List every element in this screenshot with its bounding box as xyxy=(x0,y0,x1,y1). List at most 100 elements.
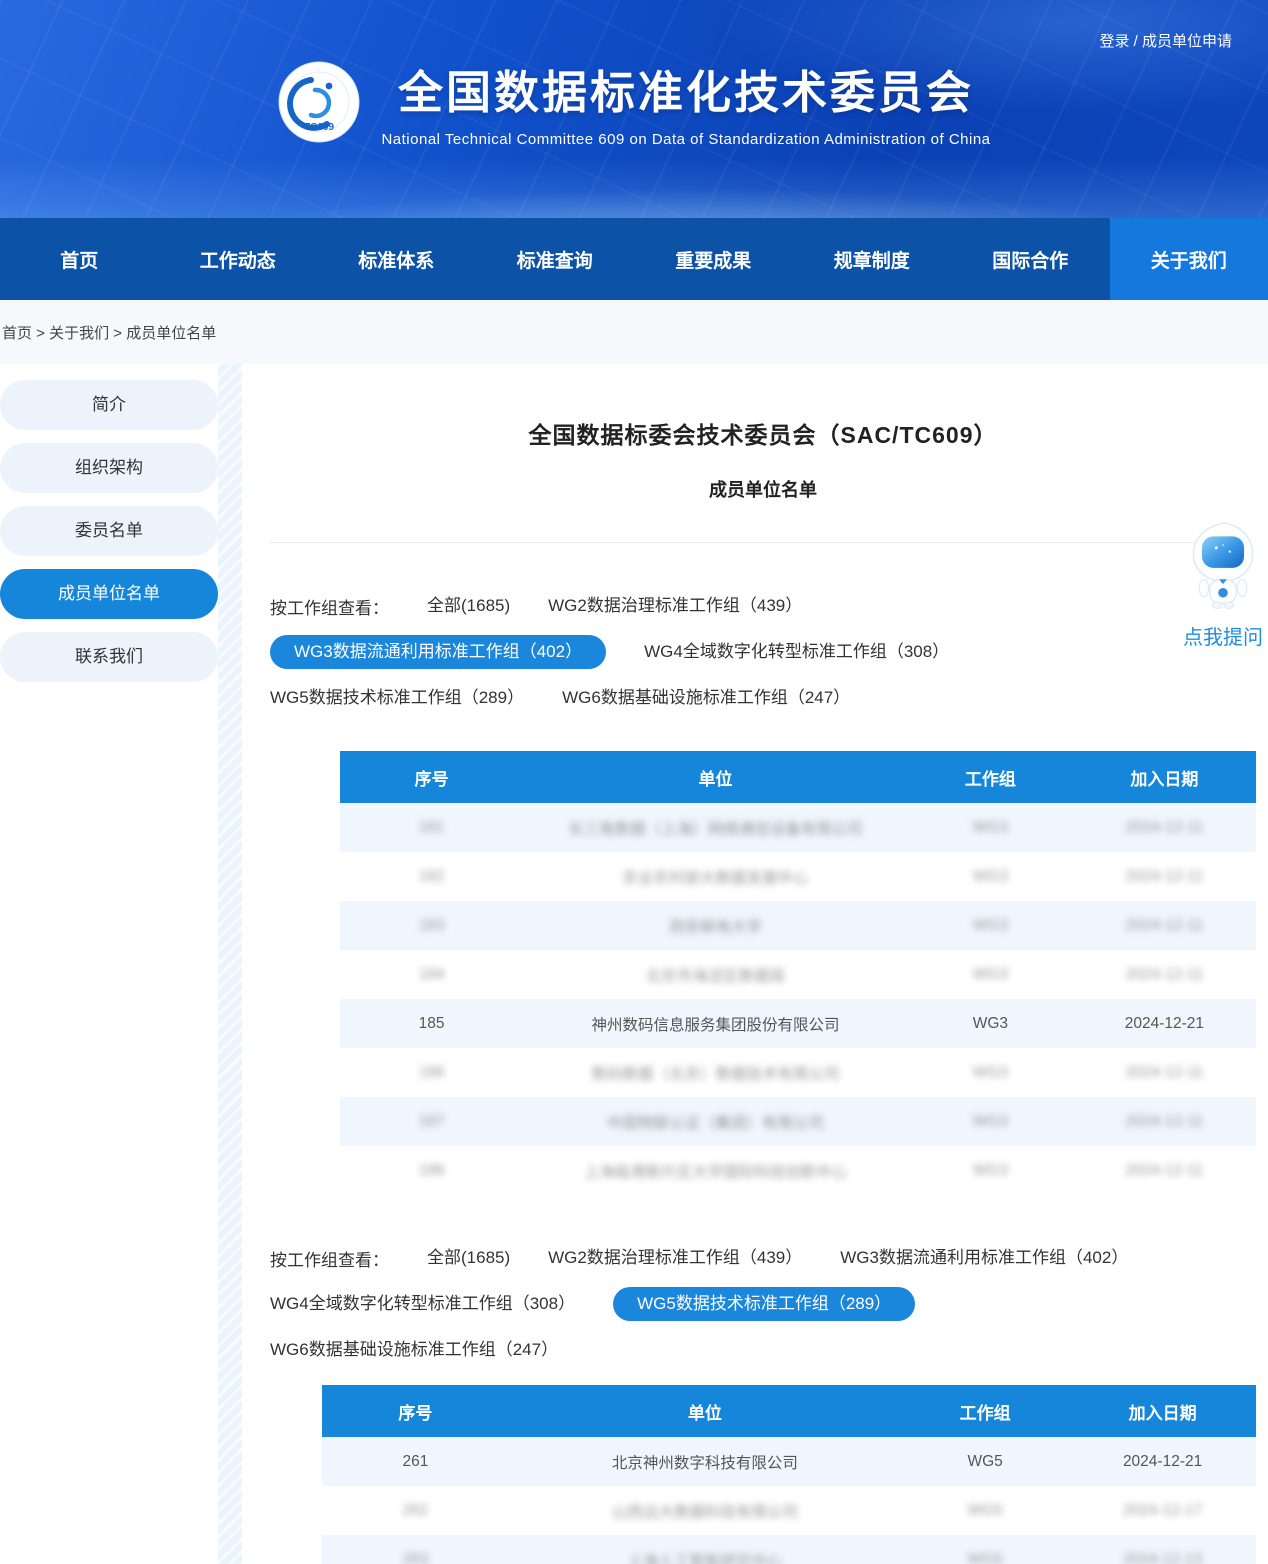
nav-item-about-us[interactable]: 关于我们 xyxy=(1110,218,1268,300)
cell-date: 2024-12-13 xyxy=(1123,1551,1202,1564)
ask-me-link[interactable]: 点我提问 xyxy=(1180,621,1266,650)
filter-group: 按工作组查看： 全部(1685) WG2数据治理标准工作组（439） WG3数据流通利… xyxy=(270,589,1150,715)
column-header: 加入日期 xyxy=(1073,751,1256,803)
filter-option-5[interactable]: WG6数据基础设施标准工作组（247） xyxy=(270,1333,558,1367)
site-subtitle: National Technical Committee 609 on Data… xyxy=(381,131,990,148)
cell-seq: 261 xyxy=(402,1453,428,1470)
filter-option-0[interactable]: 全部(1685) xyxy=(427,589,510,623)
column-header: 序号 xyxy=(340,751,523,803)
cell-unit: 上海临港新片区大学国际科技创新中心 xyxy=(584,1164,848,1181)
cell-unit: 数码数据（北京）数据技术有限公司 xyxy=(592,1066,840,1083)
cell-seq: 186 xyxy=(419,1064,445,1081)
table-header-row: 序号单位工作组加入日期 xyxy=(340,751,1256,803)
login-link[interactable]: 登录 / 成员单位申请 xyxy=(1099,30,1232,51)
filter-option-3[interactable]: WG4全域数字化转型标准工作组（308） xyxy=(270,1287,575,1321)
cell-unit: 山西远大数据科技有限公司 xyxy=(612,1504,798,1521)
filter-group-label: 按工作组查看： xyxy=(270,1246,389,1271)
cell-group: WG3 xyxy=(973,1113,1008,1130)
cell-seq: 188 xyxy=(419,1162,445,1179)
sidebar-item-committee-list[interactable]: 委员名单 xyxy=(0,506,218,556)
table-row[interactable]: 261 北京神州数字科技有限公司 WG5 2024-12-21 xyxy=(322,1437,1256,1486)
svg-text:TC609: TC609 xyxy=(304,122,334,133)
cell-unit: 中国物联认证（集团）有限公司 xyxy=(607,1115,824,1132)
nav-item-standard-system[interactable]: 标准体系 xyxy=(317,218,476,300)
filter-option-4[interactable]: WG5数据技术标准工作组（289） xyxy=(613,1287,915,1321)
cell-group: WG5 xyxy=(967,1502,1002,1519)
cell-unit: 北京神州数字科技有限公司 xyxy=(612,1455,798,1472)
cell-seq: 183 xyxy=(419,917,445,934)
nav-item-international[interactable]: 国际合作 xyxy=(951,218,1110,300)
sidebar: 简介 组织架构 委员名单 成员单位名单 联系我们 xyxy=(0,364,218,1564)
sidebar-divider xyxy=(218,364,242,1564)
filter-option-1[interactable]: WG2数据治理标准工作组（439） xyxy=(548,1241,802,1275)
nav-item-standard-query[interactable]: 标准查询 xyxy=(476,218,635,300)
cell-seq: 263 xyxy=(402,1551,428,1564)
table-row[interactable]: 186 数码数据（北京）数据技术有限公司 WG3 2024-12-11 xyxy=(340,1048,1256,1097)
filter-option-1[interactable]: WG2数据治理标准工作组（439） xyxy=(548,589,802,623)
sidebar-item-member-units[interactable]: 成员单位名单 xyxy=(0,569,218,619)
member-table: 序号单位工作组加入日期 181长三角数据（上海）网络通信设备有限公司WG3202… xyxy=(340,751,1256,1195)
cell-unit: 神州数码信息服务集团股份有限公司 xyxy=(592,1017,840,1034)
divider xyxy=(270,542,1206,543)
column-header: 加入日期 xyxy=(1069,1385,1256,1437)
filter-option-2[interactable]: WG3数据流通利用标准工作组（402） xyxy=(270,635,606,669)
table-row[interactable]: 185 神州数码信息服务集团股份有限公司 WG3 2024-12-21 xyxy=(340,999,1256,1048)
cell-group: WG3 xyxy=(973,1064,1008,1081)
table-row[interactable]: 187中国物联认证（集团）有限公司WG32024-12-11 xyxy=(340,1097,1256,1146)
page-title: 全国数据标委会技术委员会（SAC/TC609） xyxy=(270,416,1256,450)
cell-seq: 185 xyxy=(419,1015,445,1032)
site-logo-icon: TC609 xyxy=(277,60,361,144)
filter-option-4[interactable]: WG5数据技术标准工作组（289） xyxy=(270,681,524,715)
nav-item-home[interactable]: 首页 xyxy=(0,218,159,300)
cell-unit: 西安邮电大学 xyxy=(669,919,762,936)
table-row[interactable]: 262 山西远大数据科技有限公司 WG5 2024-12-17 xyxy=(322,1486,1256,1535)
table-row[interactable]: 188上海临港新片区大学国际科技创新中心WG32024-12-11 xyxy=(340,1146,1256,1195)
nav-item-achievements[interactable]: 重要成果 xyxy=(634,218,793,300)
member-table: 序号单位工作组加入日期 261 北京神州数字科技有限公司 WG5 2024-12-21… xyxy=(322,1385,1256,1564)
cell-seq: 184 xyxy=(419,966,445,983)
column-header: 单位 xyxy=(509,1385,901,1437)
cell-date: 2024-12-11 xyxy=(1125,868,1203,885)
site-title: 全国数据标准化技术委员会 xyxy=(381,56,990,121)
cell-date: 2024-12-11 xyxy=(1125,1113,1203,1130)
wg5-section: 按工作组查看： 全部(1685) WG2数据治理标准工作组（439） WG3数据流通利… xyxy=(270,1241,1256,1564)
sidebar-item-structure[interactable]: 组织架构 xyxy=(0,443,218,493)
table-row[interactable]: 181长三角数据（上海）网络通信设备有限公司WG32024-12-11 xyxy=(340,803,1256,852)
table-row[interactable]: 182农业农村部大数据发展中心WG32024-12-11 xyxy=(340,852,1256,901)
cell-seq: 182 xyxy=(419,868,445,885)
nav-item-regulations[interactable]: 规章制度 xyxy=(793,218,952,300)
page-subtitle: 成员单位名单 xyxy=(270,476,1256,502)
main-content: 全国数据标委会技术委员会（SAC/TC609） 成员单位名单 xyxy=(242,364,1268,1564)
cell-unit: 农业农村部大数据发展中心 xyxy=(623,870,809,887)
cell-group: WG3 xyxy=(973,1015,1008,1032)
filter-option-3[interactable]: WG4全域数字化转型标准工作组（308） xyxy=(644,635,949,669)
assistant-widget[interactable]: 点我提问 xyxy=(1180,522,1266,650)
filter-group: 按工作组查看： 全部(1685) WG2数据治理标准工作组（439） WG3数据流通利… xyxy=(270,1241,1150,1367)
wg3-section: 按工作组查看： 全部(1685) WG2数据治理标准工作组（439） WG3数据流通利… xyxy=(270,589,1256,1195)
cell-group: WG5 xyxy=(967,1453,1002,1470)
column-header: 序号 xyxy=(322,1385,509,1437)
cell-date: 2024-12-21 xyxy=(1123,1453,1202,1470)
filter-option-5[interactable]: WG6数据基础设施标准工作组（247） xyxy=(562,681,850,715)
nav-item-news[interactable]: 工作动态 xyxy=(159,218,318,300)
cell-date: 2024-12-11 xyxy=(1125,966,1203,983)
filter-option-2[interactable]: WG3数据流通利用标准工作组（402） xyxy=(840,1241,1128,1275)
cell-date: 2024-12-21 xyxy=(1125,1015,1204,1032)
table-row[interactable]: 183西安邮电大学WG32024-12-11 xyxy=(340,901,1256,950)
sidebar-item-intro[interactable]: 简介 xyxy=(0,380,218,430)
table-row[interactable]: 184 北京市海淀区数据局 WG3 2024-12-11 xyxy=(340,950,1256,999)
cell-unit: 北京市海淀区数据局 xyxy=(646,968,786,985)
main-nav: 首页 工作动态 标准体系 标准查询 重要成果 规章制度 国际合作 关于我们 xyxy=(0,218,1268,300)
cell-group: WG3 xyxy=(973,966,1008,983)
cell-group: WG3 xyxy=(973,917,1008,934)
filter-option-0[interactable]: 全部(1685) xyxy=(427,1241,510,1275)
filter-group-label: 按工作组查看： xyxy=(270,594,389,619)
robot-mascot-icon[interactable] xyxy=(1187,522,1259,610)
breadcrumb[interactable]: 首页 > 关于我们 > 成员单位名单 xyxy=(0,300,1268,364)
table-row[interactable]: 263上海人工智能研究中心WG52024-12-13 xyxy=(322,1535,1256,1564)
sidebar-item-contact[interactable]: 联系我们 xyxy=(0,632,218,682)
column-header: 工作组 xyxy=(901,1385,1069,1437)
cell-date: 2024-12-11 xyxy=(1125,1064,1203,1081)
cell-date: 2024-12-17 xyxy=(1123,1502,1202,1519)
cell-seq: 262 xyxy=(402,1502,428,1519)
